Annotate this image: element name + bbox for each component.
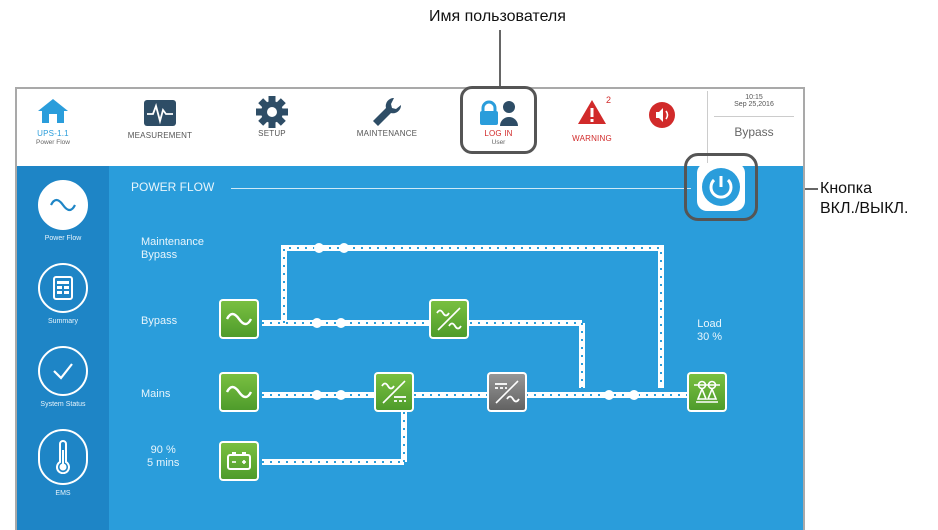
sidebar-item-ems[interactable]: EMS (17, 429, 109, 497)
toolbar-warning-label: WARNING (572, 134, 612, 143)
mains-source-box (219, 372, 259, 412)
clock-time: 10:15 (745, 94, 763, 101)
sidebar-item-label: System Status (40, 401, 86, 408)
sine-wave-icon (225, 385, 253, 399)
sidebar-ems-circle (38, 429, 88, 485)
user-name-callout-line (499, 30, 501, 86)
toolbar-home-sub: Power Flow (36, 139, 70, 146)
toolbar-setup-label: SETUP (258, 129, 286, 138)
login-highlight-box (460, 86, 537, 154)
rectifier-icon (381, 380, 406, 404)
sine-wave-icon (50, 198, 76, 212)
gear-icon (256, 96, 288, 128)
flow-node (312, 390, 322, 400)
thermometer-icon (56, 440, 70, 474)
speaker-icon (649, 102, 675, 128)
user-name-callout: Имя пользователя (429, 8, 566, 25)
wrench-icon (373, 97, 402, 126)
power-flow-panel: POWER FLOW Maintenance Bypass Bypass Mai… (109, 153, 803, 530)
flow-node (336, 390, 346, 400)
load-icon (694, 380, 720, 403)
battery-box (219, 441, 259, 481)
toolbar-home[interactable]: UPS-1.1 Power Flow (25, 89, 81, 166)
toolbar-maintenance[interactable]: MAINTENANCE (337, 89, 437, 166)
mode-indicator: Bypass (734, 125, 774, 139)
inverter-icon (495, 380, 520, 404)
sidebar-item-summary[interactable]: Summary (17, 263, 109, 325)
power-button-callout: Кнопка ВКЛ./ВЫКЛ. (820, 180, 909, 217)
flow-node (336, 318, 346, 328)
flow-node (312, 318, 322, 328)
flow-node (629, 390, 639, 400)
sidebar-item-system-status[interactable]: System Status (17, 346, 109, 408)
sidebar-item-label: Summary (48, 318, 78, 325)
sidebar: Power Flow Summary System Status EMS (17, 166, 109, 530)
bypass-source-box (219, 299, 259, 339)
check-icon (53, 363, 73, 380)
home-icon (38, 99, 68, 123)
sidebar-item-power-flow[interactable]: Power Flow (17, 180, 109, 242)
pulse-icon (144, 100, 176, 126)
flow-node (604, 390, 614, 400)
flow-node (314, 243, 324, 253)
sidebar-item-label: EMS (55, 490, 71, 497)
flow-pipes (262, 243, 689, 465)
sidebar-summary-circle (38, 263, 88, 313)
flow-node (339, 243, 349, 253)
sidebar-item-label: Power Flow (44, 235, 82, 242)
toolbar-login[interactable]: LOG IN User (460, 86, 537, 166)
ac-ac-switch-icon (436, 307, 462, 331)
battery-icon (227, 452, 251, 470)
toolbar-mute[interactable] (637, 89, 687, 166)
toolbar-measurement-label: MEASUREMENT (127, 131, 193, 140)
rectifier-box (374, 372, 414, 412)
toolbar-maintenance-label: MAINTENANCE (356, 129, 418, 138)
clock-date: Sep 25,2016 (734, 101, 774, 108)
warning-icon (578, 100, 606, 124)
sidebar-power-flow-circle (38, 180, 88, 230)
warning-count-badge: 2 (606, 95, 612, 105)
toolbar-home-label: UPS-1.1 (37, 129, 69, 138)
toolbar-warning[interactable]: 2 WARNING (562, 89, 622, 166)
toolbar-measurement[interactable]: MEASUREMENT (115, 89, 205, 166)
sine-wave-icon (225, 312, 253, 326)
toolbar-setup[interactable]: SETUP (242, 89, 302, 166)
inverter-box (487, 372, 527, 412)
load-box (687, 372, 727, 412)
static-switch-box (429, 299, 469, 339)
sidebar-system-status-circle (38, 346, 88, 396)
summary-icon (53, 276, 73, 300)
top-toolbar: UPS-1.1 Power Flow MEASUREMENT SETUP MAI… (17, 86, 803, 166)
